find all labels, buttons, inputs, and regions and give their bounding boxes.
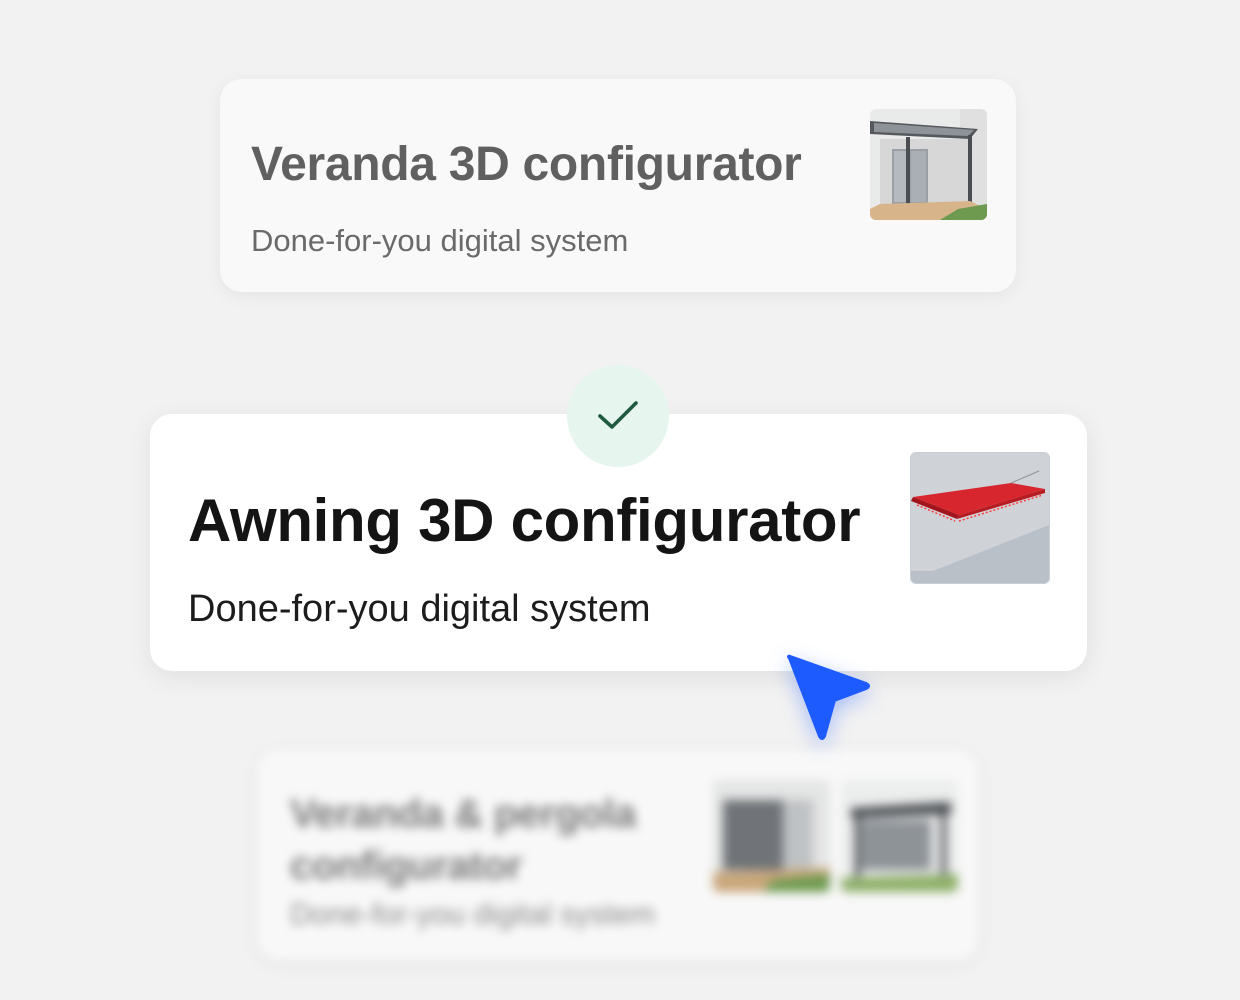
pergola-thumbnail-2 xyxy=(841,780,958,892)
card-subtitle: Done-for-you digital system xyxy=(290,898,656,931)
card-veranda-configurator[interactable]: Veranda 3D configurator Done-for-you dig… xyxy=(220,79,1016,292)
card-pergola-configurator[interactable]: Veranda & pergola configurator Done-for-… xyxy=(258,750,978,960)
awning-thumbnail xyxy=(910,452,1050,584)
cursor-pointer-icon xyxy=(782,652,882,752)
pergola-thumbnail-1 xyxy=(713,780,830,892)
card-title: Veranda 3D configurator xyxy=(251,138,802,191)
card-subtitle: Done-for-you digital system xyxy=(251,223,629,258)
card-title: Veranda & pergola configurator xyxy=(290,792,637,888)
check-icon xyxy=(598,401,638,429)
selected-check-badge xyxy=(567,365,669,467)
card-subtitle: Done-for-you digital system xyxy=(188,588,651,630)
card-title: Awning 3D configurator xyxy=(188,487,861,554)
veranda-thumbnail xyxy=(870,109,987,220)
